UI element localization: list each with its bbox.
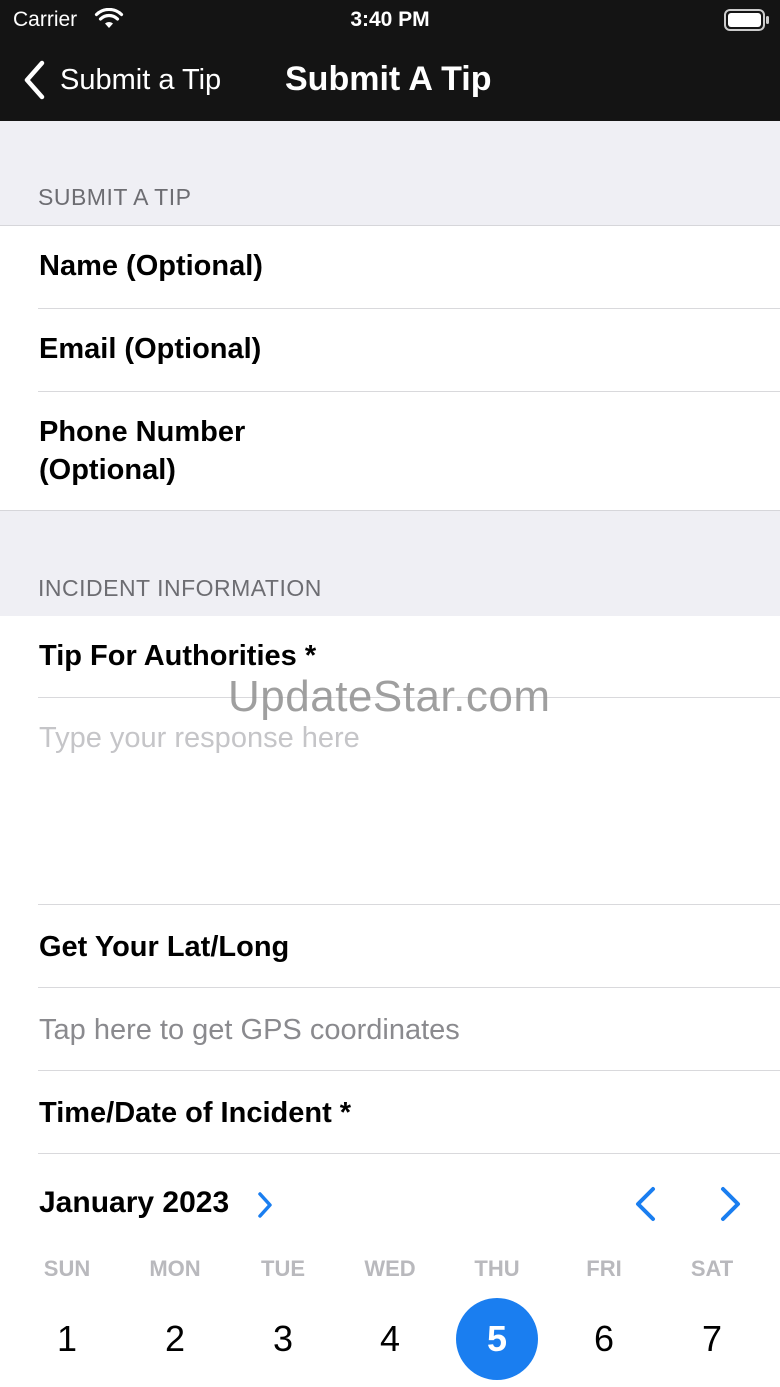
previous-month-icon[interactable] — [632, 1186, 658, 1227]
calendar-day-selected[interactable]: 5 — [456, 1298, 538, 1380]
page-title: Submit A Tip — [285, 60, 492, 98]
calendar-day[interactable]: 3 — [242, 1298, 324, 1380]
tip-textarea-placeholder: Type your response here — [39, 722, 360, 754]
status-bar: Carrier 3:40 PM — [0, 0, 780, 40]
tip-field-label: Tip For Authorities * — [39, 640, 317, 672]
latlong-label-row: Get Your Lat/Long — [0, 905, 780, 987]
email-field-row[interactable]: Email (Optional) — [0, 309, 780, 391]
datetime-label: Time/Date of Incident * — [39, 1097, 352, 1129]
gps-coordinates-button[interactable]: Tap here to get GPS coordinates — [0, 988, 780, 1070]
weekday-thu: THU — [474, 1256, 520, 1281]
calendar-day[interactable]: 1 — [26, 1298, 108, 1380]
battery-icon — [724, 9, 770, 36]
chevron-right-small-icon[interactable] — [256, 1191, 274, 1224]
calendar-day[interactable]: 4 — [349, 1298, 431, 1380]
name-field-label: Name (Optional) — [39, 250, 263, 282]
divider — [38, 1153, 780, 1154]
watermark: UpdateStar.com — [228, 672, 551, 721]
chevron-left-icon — [22, 60, 46, 100]
datetime-label-row: Time/Date of Incident * — [0, 1071, 780, 1153]
name-field-row[interactable]: Name (Optional) — [0, 226, 780, 308]
phone-field-label-line2: (Optional) — [39, 454, 176, 486]
section-header-incident: INCIDENT INFORMATION — [38, 575, 322, 601]
section-header-contact: SUBMIT A TIP — [38, 184, 192, 210]
status-time: 3:40 PM — [350, 8, 430, 31]
calendar-day[interactable]: 6 — [563, 1298, 645, 1380]
phone-field-row[interactable]: Phone Number (Optional) — [0, 392, 780, 510]
weekday-mon: MON — [149, 1256, 201, 1281]
weekday-wed: WED — [364, 1256, 416, 1281]
navigation-bar: Submit a Tip Submit A Tip — [0, 40, 780, 121]
latlong-label: Get Your Lat/Long — [39, 931, 290, 963]
next-month-icon[interactable] — [718, 1186, 744, 1227]
gps-coordinates-text: Tap here to get GPS coordinates — [39, 1014, 460, 1046]
calendar-day[interactable]: 7 — [671, 1298, 753, 1380]
back-button[interactable]: Submit a Tip — [22, 58, 221, 102]
email-field-label: Email (Optional) — [39, 333, 262, 365]
back-button-label: Submit a Tip — [60, 63, 222, 96]
weekday-tue: TUE — [261, 1256, 305, 1281]
phone-field-label-line1: Phone Number — [39, 416, 246, 448]
weekday-sat: SAT — [690, 1256, 734, 1281]
tip-textarea[interactable]: Type your response here — [0, 698, 780, 904]
month-year-button[interactable]: January 2023 — [39, 1186, 229, 1220]
weekday-fri: FRI — [586, 1256, 622, 1281]
weekday-sun: SUN — [43, 1256, 91, 1281]
calendar-day[interactable]: 2 — [134, 1298, 216, 1380]
